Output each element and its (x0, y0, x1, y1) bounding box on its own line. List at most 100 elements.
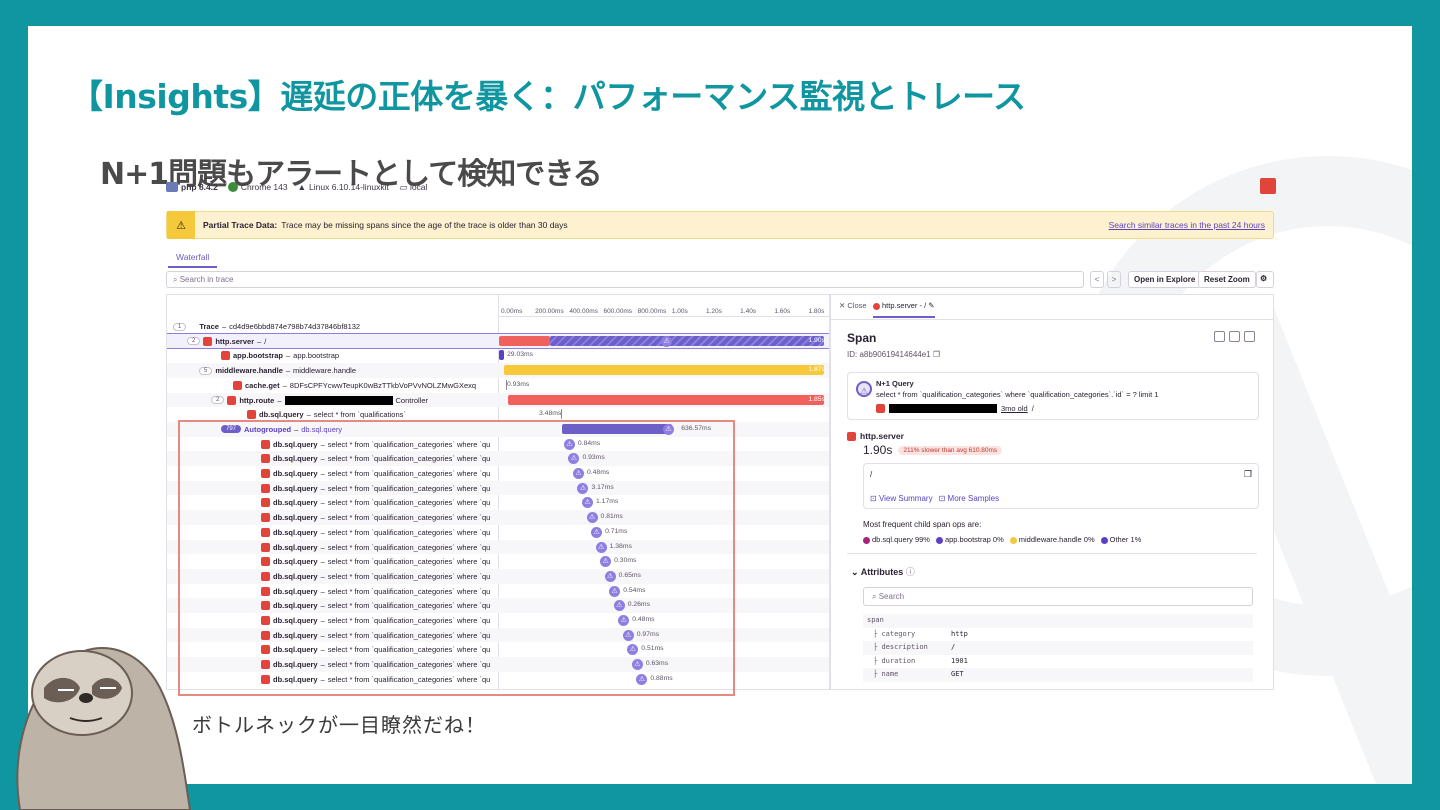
issue-path: / (1031, 404, 1034, 413)
attribute-row: ├ description / (863, 641, 1253, 655)
tab-waterfall[interactable]: Waterfall (168, 248, 218, 268)
laravel-logo-icon[interactable] (1260, 178, 1276, 194)
attribute-row: ├ category http (873, 629, 968, 638)
sidebar-icon[interactable] (1244, 331, 1255, 342)
prev-button[interactable]: < (1090, 271, 1104, 288)
op-color-icon (1009, 536, 1017, 544)
span-description: middleware.handle (293, 366, 357, 376)
axis-tick: 1.80s (808, 308, 825, 315)
env-php: php 8.4.2 (166, 182, 218, 192)
child-count-badge[interactable]: 1 (173, 322, 187, 331)
span-op-header: http.server (847, 431, 904, 441)
child-op-item: middleware.handle 0% (1009, 535, 1095, 544)
issue-alert-icon[interactable]: ⚠ (661, 335, 673, 347)
n-plus-one-issue-card[interactable]: ⚠ N+1 Query select * from `qualification… (847, 372, 1259, 420)
tab-http-server[interactable]: http.server - / ✎ (873, 301, 935, 318)
laravel-icon (847, 431, 856, 441)
span-row[interactable]: 1 Trace – cd4d9e6bbd874e798b74d37846bf81… (167, 319, 829, 334)
span-row[interactable]: 2 http.server – / ⚠ 1.90s (167, 332, 829, 350)
span-row[interactable]: 2 http.route – Controller 1.85s (167, 392, 829, 408)
attributes-header[interactable]: ⌄ Attributes ⓘ (851, 565, 915, 578)
sloth-mascot-illustration (16, 647, 192, 810)
pin-icon[interactable]: ✎ (928, 301, 934, 310)
span-detail-panel: ✕ Close http.server - / ✎ Span ID: a8b90… (830, 294, 1274, 690)
span-bar[interactable] (507, 394, 824, 405)
span-op: middleware.handle (215, 366, 283, 376)
child-op-item: app.bootstrap 0% (935, 535, 1004, 544)
op-color-icon (863, 536, 870, 544)
span-title: Span (847, 331, 877, 345)
span-duration-label: 29.03ms (507, 351, 534, 359)
span-bar[interactable] (550, 335, 824, 346)
axis-tick: 400.00ms (569, 308, 598, 315)
span-row[interactable]: app.bootstrap – app.bootstrap 29.03ms (167, 348, 829, 363)
axis-tick: 1.20s (706, 308, 722, 315)
child-count-badge[interactable]: 5 (199, 366, 213, 375)
close-button[interactable]: ✕ Close (839, 301, 867, 310)
span-duration-label: 0.93ms (507, 380, 530, 388)
trace-id: cd4d9e6bbd874e798b74d37846bf8132 (229, 322, 361, 331)
child-count-badge[interactable]: 2 (187, 337, 201, 346)
laravel-icon (203, 336, 213, 346)
next-button[interactable]: > (1107, 271, 1121, 288)
slower-badge: 211% slower than avg 610.80ms (898, 445, 1003, 455)
span-bar[interactable] (504, 365, 824, 376)
env-linux: ▲ Linux 6.10.14-linuxkit (297, 182, 389, 192)
child-op-item: db.sql.query 99% (863, 535, 930, 544)
issue-warning-icon: ⚠ (856, 381, 872, 397)
attributes-search-input[interactable]: ⌕ Search (863, 587, 1253, 606)
laravel-icon (233, 380, 242, 390)
span-description: 8DFsCPFYcwwTeupK0wBzTTkbVoPVvNOLZMwGXexq (289, 380, 477, 390)
focus-icon[interactable] (1214, 331, 1225, 342)
panel-layout-icons (1214, 331, 1255, 342)
laravel-icon (876, 404, 885, 413)
reset-zoom-button[interactable]: Reset Zoom (1198, 271, 1256, 288)
axis-tick: 600.00ms (603, 308, 633, 315)
op-color-icon (935, 536, 943, 544)
view-summary-link[interactable]: ⊡ View Summary (870, 494, 933, 503)
span-row[interactable]: 5 middleware.handle – middleware.handle 1… (167, 363, 829, 378)
more-samples-link[interactable]: ⊡ More Samples (939, 494, 1000, 503)
warning-text: Trace may be missing spans since the age… (281, 220, 568, 230)
expand-icon[interactable] (1229, 331, 1240, 342)
span-row[interactable]: cache.get – 8DFsCPFYcwwTeupK0wBzTTkbVoPV… (167, 378, 829, 393)
axis-tick: 800.00ms (637, 308, 667, 315)
span-op: http.route (239, 395, 275, 405)
laravel-icon (227, 395, 237, 405)
child-op-item: Other 1% (1100, 535, 1141, 544)
device-icon: ▭ (398, 181, 407, 192)
env-chrome: Chrome 143 (227, 182, 288, 192)
search-similar-traces-link[interactable]: Search similar traces in the past 24 hou… (1109, 220, 1265, 230)
span-duration-label: 1.90s (808, 336, 825, 344)
span-op: http.server (215, 336, 255, 346)
span-bar[interactable] (499, 350, 504, 361)
time-axis: 0.00ms 200.00ms 400.00ms 600.00ms 800.00ms 1.… (499, 295, 829, 317)
issue-title: N+1 Query (876, 379, 914, 388)
child-count-badge[interactable]: 2 (211, 396, 225, 404)
span-bar[interactable] (499, 335, 551, 346)
issue-meta: 3mo old / (876, 404, 1034, 413)
span-description: / (264, 336, 267, 346)
copy-icon[interactable]: ❐ (933, 350, 940, 359)
redacted-block (889, 404, 997, 413)
laravel-icon (221, 351, 230, 361)
divider (847, 553, 1257, 554)
warning-icon: ⚠ (167, 211, 195, 239)
axis-tick: 1.40s (740, 308, 757, 315)
linux-icon: ▲ (297, 182, 307, 192)
span-duration-label: 3.48ms (539, 410, 562, 418)
issue-query: select * from `qualification_categories`… (876, 390, 1159, 399)
copy-icon[interactable]: ❐ (1244, 469, 1252, 480)
op-color-icon (1100, 536, 1108, 544)
trace-search-input[interactable]: ⌕ Search in trace (166, 271, 1084, 288)
issue-age: 3mo old (1001, 404, 1028, 413)
trace-label: Trace (199, 322, 219, 331)
env-local: ▭ local (398, 181, 428, 193)
axis-tick: 1.00s (671, 308, 688, 315)
open-in-explore-button[interactable]: Open in Explore (1128, 271, 1202, 288)
attributes-table: span ├ category http ├ description / ├ durat… (863, 614, 1253, 682)
settings-button[interactable]: ⚙ (1256, 271, 1274, 288)
slide-title: 【Insights】遅延の正体を暴く：パフォーマンス監視とトレース (70, 77, 1026, 116)
partial-trace-warning: ⚠ Partial Trace Data: Trace may be missi… (166, 211, 1274, 239)
chrome-icon (227, 182, 238, 192)
